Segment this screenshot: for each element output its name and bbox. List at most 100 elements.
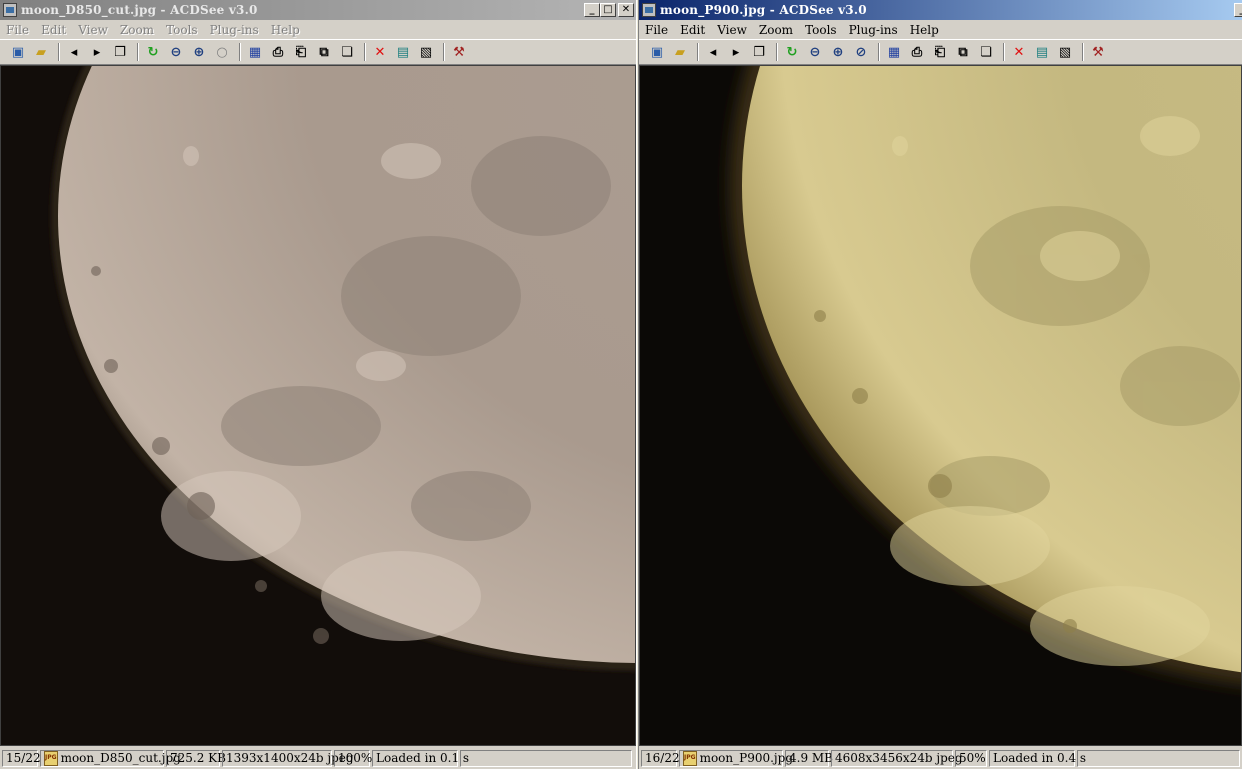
- status-extra: [460, 749, 632, 767]
- zoom-out-icon[interactable]: ⊖: [166, 42, 186, 62]
- tools-icon[interactable]: ⚒: [1088, 42, 1108, 62]
- window-title: moon_D850_cut.jpg - ACDSee v3.0: [21, 3, 258, 17]
- menu-tools[interactable]: Tools: [799, 23, 843, 37]
- status-index: 15/22: [2, 749, 41, 767]
- toolbar-separator: [776, 43, 778, 61]
- zoom-reset-icon[interactable]: ⊘: [851, 42, 871, 62]
- open-folder-icon[interactable]: ▰: [670, 42, 690, 62]
- toolbar-separator: [878, 43, 880, 61]
- image-view[interactable]: [0, 65, 636, 746]
- toolbar-separator: [697, 43, 699, 61]
- delete-icon[interactable]: ✕: [370, 42, 390, 62]
- menu-plugins[interactable]: Plug-ins: [843, 23, 904, 37]
- print-icon[interactable]: ⎙: [268, 42, 288, 62]
- status-load-time: Loaded in 0.1 s: [372, 749, 469, 767]
- menu-view[interactable]: View: [711, 23, 753, 37]
- scan-icon[interactable]: ⎗: [930, 42, 950, 62]
- rename-icon[interactable]: ▤: [393, 42, 413, 62]
- menu-tools[interactable]: Tools: [160, 23, 204, 37]
- toolbar-separator: [239, 43, 241, 61]
- status-bar: 16/22 JPG moon_P900.jpg 4.9 MB 4608x3456…: [639, 747, 1242, 769]
- status-size: 725.2 KB: [166, 749, 226, 767]
- minimize-button[interactable]: _: [584, 3, 600, 17]
- prev-icon[interactable]: ◂: [703, 42, 723, 62]
- moon-image: [640, 66, 1241, 745]
- rotate-icon[interactable]: ↻: [143, 42, 163, 62]
- app-icon[interactable]: [642, 3, 656, 17]
- zoom-in-icon[interactable]: ⊕: [189, 42, 209, 62]
- viewer-window-right: moon_P900.jpg - ACDSee v3.0 _ File Edit …: [639, 0, 1242, 769]
- close-button[interactable]: ✕: [618, 3, 634, 17]
- zoom-in-icon[interactable]: ⊕: [828, 42, 848, 62]
- moon-image: [1, 66, 635, 745]
- browse-icon[interactable]: ▣: [647, 42, 667, 62]
- next-icon[interactable]: ▸: [726, 42, 746, 62]
- print-icon[interactable]: ⎙: [907, 42, 927, 62]
- delete-icon[interactable]: ✕: [1009, 42, 1029, 62]
- toolbar: ▣ ▰ ◂ ▸ ❐ ↻ ⊖ ⊕ ⊘ ▦ ⎙ ⎗ ⧉ ❏ ✕ ▤ ▧ ⚒: [639, 39, 1242, 65]
- status-load-time: Loaded in 0.4 s: [989, 749, 1086, 767]
- status-index: 16/22: [641, 749, 680, 767]
- status-size: 4.9 MB: [785, 749, 833, 767]
- rename-icon[interactable]: ▤: [1032, 42, 1052, 62]
- toolbar-separator: [137, 43, 139, 61]
- menu-file[interactable]: File: [0, 23, 35, 37]
- jpeg-file-icon: JPG: [683, 750, 697, 766]
- status-zoom: 100%: [334, 749, 372, 767]
- status-extra: [1077, 749, 1240, 767]
- zoom-out-icon[interactable]: ⊖: [805, 42, 825, 62]
- open-folder-icon[interactable]: ▰: [31, 42, 51, 62]
- status-dimensions: 1393x1400x24b jpeg: [222, 749, 354, 767]
- rotate-icon[interactable]: ↻: [782, 42, 802, 62]
- toolbar-separator: [1082, 43, 1084, 61]
- slideshow-icon[interactable]: ❐: [749, 42, 769, 62]
- status-zoom: 50%: [955, 749, 987, 767]
- next-icon[interactable]: ▸: [87, 42, 107, 62]
- window-title: moon_P900.jpg - ACDSee v3.0: [660, 3, 867, 17]
- jpeg-file-icon: JPG: [44, 750, 58, 766]
- title-bar[interactable]: moon_D850_cut.jpg - ACDSee v3.0 _ □ ✕: [0, 0, 636, 20]
- wallpaper-icon[interactable]: ▦: [245, 42, 265, 62]
- properties-icon[interactable]: ▧: [416, 42, 436, 62]
- menu-edit[interactable]: Edit: [674, 23, 711, 37]
- toolbar-separator: [58, 43, 60, 61]
- scan-icon[interactable]: ⎗: [291, 42, 311, 62]
- menu-edit[interactable]: Edit: [35, 23, 72, 37]
- status-filename: moon_D850_cut.jpg: [60, 751, 181, 765]
- tools-icon[interactable]: ⚒: [449, 42, 469, 62]
- paste-icon[interactable]: ❏: [337, 42, 357, 62]
- status-bar: 15/22 JPG moon_D850_cut.jpg 725.2 KB 139…: [0, 747, 636, 769]
- menu-bar: File Edit View Zoom Tools Plug-ins Help: [0, 20, 636, 39]
- toolbar: ▣ ▰ ◂ ▸ ❐ ↻ ⊖ ⊕ ○ ▦ ⎙ ⎗ ⧉ ❏ ✕ ▤ ▧ ⚒: [0, 39, 636, 65]
- zoom-reset-icon[interactable]: ○: [212, 42, 232, 62]
- paste-icon[interactable]: ❏: [976, 42, 996, 62]
- copy-icon[interactable]: ⧉: [953, 42, 973, 62]
- status-filename-panel: JPG moon_P900.jpg: [679, 749, 793, 767]
- image-view[interactable]: [639, 65, 1242, 746]
- menu-view[interactable]: View: [72, 23, 114, 37]
- menu-bar: File Edit View Zoom Tools Plug-ins Help: [639, 20, 1242, 39]
- viewer-window-left: moon_D850_cut.jpg - ACDSee v3.0 _ □ ✕ Fi…: [0, 0, 636, 769]
- menu-help[interactable]: Help: [904, 23, 945, 37]
- browse-icon[interactable]: ▣: [8, 42, 28, 62]
- toolbar-separator: [364, 43, 366, 61]
- app-icon[interactable]: [3, 3, 17, 17]
- menu-plugins[interactable]: Plug-ins: [204, 23, 265, 37]
- prev-icon[interactable]: ◂: [64, 42, 84, 62]
- copy-icon[interactable]: ⧉: [314, 42, 334, 62]
- toolbar-separator: [443, 43, 445, 61]
- minimize-button[interactable]: _: [1234, 3, 1242, 17]
- status-filename-panel: JPG moon_D850_cut.jpg: [40, 749, 181, 767]
- menu-zoom[interactable]: Zoom: [114, 23, 160, 37]
- status-dimensions: 4608x3456x24b jpeg: [831, 749, 963, 767]
- toolbar-separator: [1003, 43, 1005, 61]
- title-bar[interactable]: moon_P900.jpg - ACDSee v3.0 _: [639, 0, 1242, 20]
- menu-zoom[interactable]: Zoom: [753, 23, 799, 37]
- menu-help[interactable]: Help: [265, 23, 306, 37]
- slideshow-icon[interactable]: ❐: [110, 42, 130, 62]
- menu-file[interactable]: File: [639, 23, 674, 37]
- maximize-button[interactable]: □: [600, 3, 616, 17]
- properties-icon[interactable]: ▧: [1055, 42, 1075, 62]
- status-filename: moon_P900.jpg: [699, 751, 793, 765]
- wallpaper-icon[interactable]: ▦: [884, 42, 904, 62]
